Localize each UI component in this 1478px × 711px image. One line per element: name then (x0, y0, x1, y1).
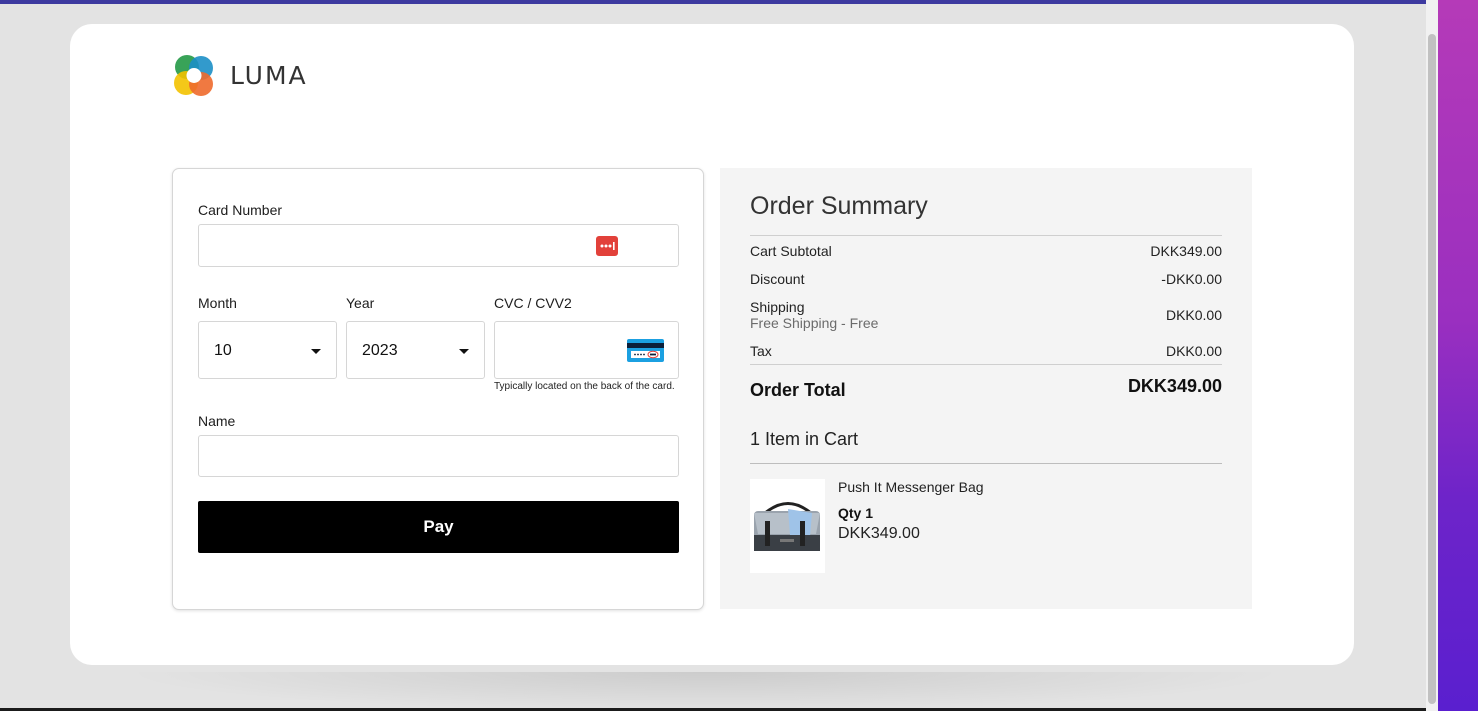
order-summary-title: Order Summary (750, 192, 928, 220)
order-summary: Order Summary Cart Subtotal DKK349.00 Di… (720, 168, 1252, 609)
order-total-label: Order Total (750, 380, 846, 400)
discount-value: -DKK0.00 (1161, 271, 1222, 287)
items-in-cart[interactable]: 1 Item in Cart (750, 429, 858, 450)
year-value: 2023 (362, 342, 398, 359)
month-label: Month (198, 295, 237, 311)
month-select[interactable]: 10 (198, 321, 337, 379)
scrollbar-thumb[interactable] (1428, 34, 1436, 704)
payment-form: Card Number Month 10 Year 2023 CVC / CVV… (172, 168, 704, 610)
discount-label: Discount (750, 271, 805, 287)
divider (750, 235, 1222, 236)
cvc-hint: Typically located on the back of the car… (494, 381, 675, 392)
order-total-value: DKK349.00 (1127, 376, 1222, 396)
card-number-input[interactable] (198, 224, 679, 267)
divider (750, 364, 1222, 365)
messenger-bag-image (754, 502, 820, 551)
cvc-label: CVC / CVV2 (494, 295, 572, 311)
shipping-value: DKK0.00 (1165, 307, 1222, 323)
card-number-label: Card Number (198, 202, 283, 218)
product-name[interactable]: Push It Messenger Bag (838, 479, 984, 495)
desktop-wallpaper (1438, 0, 1478, 711)
card-shadow (120, 672, 1290, 711)
browser-viewport: LUMA Card Number Month 10 Year 2023 CVC … (0, 0, 1438, 711)
shipping-label: Shipping (750, 299, 805, 315)
header-strip (0, 0, 1426, 4)
cvc-input[interactable] (494, 321, 679, 379)
tax-label: Tax (750, 343, 772, 359)
card-back-cvc-icon (627, 339, 664, 362)
card-options-icon[interactable] (596, 236, 618, 256)
year-label: Year (346, 295, 375, 311)
subtotal-value: DKK349.00 (1150, 243, 1222, 259)
product-thumbnail (750, 479, 825, 573)
product-price: DKK349.00 (838, 525, 920, 542)
brand-name: LUMA (230, 61, 308, 90)
product-qty: Qty 1 (838, 505, 874, 521)
chevron-down-icon (459, 349, 469, 354)
divider (750, 463, 1222, 464)
luma-logo-icon (174, 55, 213, 96)
chevron-down-icon (311, 349, 321, 354)
luma-logo[interactable]: LUMA (172, 53, 308, 98)
name-input[interactable] (198, 435, 679, 477)
pay-button[interactable]: Pay (198, 501, 679, 553)
tax-value: DKK0.00 (1165, 343, 1222, 359)
name-label: Name (198, 413, 236, 429)
shipping-method: Free Shipping - Free (750, 315, 879, 331)
month-value: 10 (214, 342, 232, 359)
year-select[interactable]: 2023 (346, 321, 485, 379)
subtotal-label: Cart Subtotal (750, 243, 832, 259)
